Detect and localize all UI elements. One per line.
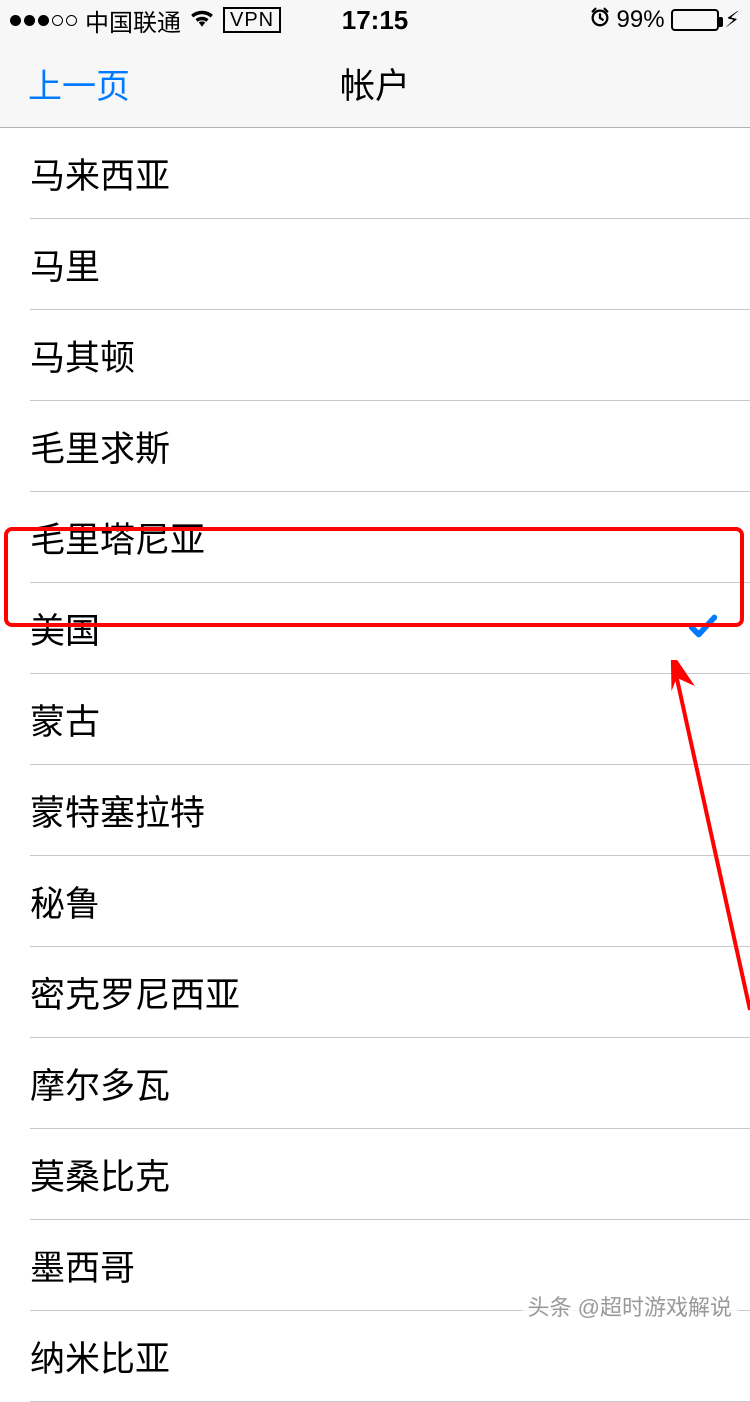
country-row[interactable]: 摩尔多瓦 [0,1038,750,1129]
country-label: 秘鲁 [30,876,100,927]
country-row[interactable]: 美国 [0,583,750,674]
watermark: 头条 @超时游戏解说 [522,1288,738,1324]
country-row[interactable]: 莫桑比克 [0,1129,750,1220]
country-row[interactable]: 毛里塔尼亚 [0,492,750,583]
country-label: 马其顿 [30,330,135,381]
status-right: 99% ⚡︎ [589,6,741,35]
carrier-label: 中国联通 [85,3,181,38]
country-label: 美国 [30,603,100,654]
country-label: 莫桑比克 [30,1149,170,1200]
back-button[interactable]: 上一页 [0,59,130,108]
country-row[interactable]: 蒙古 [0,674,750,765]
wifi-icon [189,6,215,34]
country-row[interactable]: 马其顿 [0,310,750,401]
checkmark-icon [686,609,720,648]
country-row[interactable]: 密克罗尼西亚 [0,947,750,1038]
country-row[interactable]: 毛里求斯 [0,401,750,492]
navigation-bar: 上一页 帐户 [0,40,750,128]
clock: 17:15 [342,5,409,36]
battery-percent: 99% [617,6,665,34]
country-label: 密克罗尼西亚 [30,967,240,1018]
status-bar: 中国联通 VPN 17:15 99% ⚡︎ [0,0,750,40]
signal-strength-icon [10,15,77,26]
country-row[interactable]: 马来西亚 [0,128,750,219]
country-label: 摩尔多瓦 [30,1058,170,1109]
country-list[interactable]: 马来西亚马里马其顿毛里求斯毛里塔尼亚美国蒙古蒙特塞拉特秘鲁密克罗尼西亚摩尔多瓦莫… [0,128,750,1402]
page-title: 帐户 [340,58,410,109]
country-label: 墨西哥 [30,1240,135,1291]
country-label: 马里 [30,239,100,290]
country-row[interactable]: 秘鲁 [0,856,750,947]
alarm-icon [589,6,611,35]
status-left: 中国联通 VPN [10,3,281,38]
country-label: 毛里塔尼亚 [30,512,205,563]
country-label: 马来西亚 [30,148,170,199]
country-label: 纳米比亚 [30,1331,170,1382]
country-row[interactable]: 马里 [0,219,750,310]
battery-icon [671,9,719,31]
charging-icon: ⚡︎ [725,7,740,33]
country-label: 毛里求斯 [30,421,170,472]
country-row[interactable]: 纳米比亚 [0,1311,750,1402]
country-label: 蒙特塞拉特 [30,785,205,836]
country-label: 蒙古 [30,694,100,745]
vpn-indicator: VPN [223,7,281,33]
country-row[interactable]: 蒙特塞拉特 [0,765,750,856]
